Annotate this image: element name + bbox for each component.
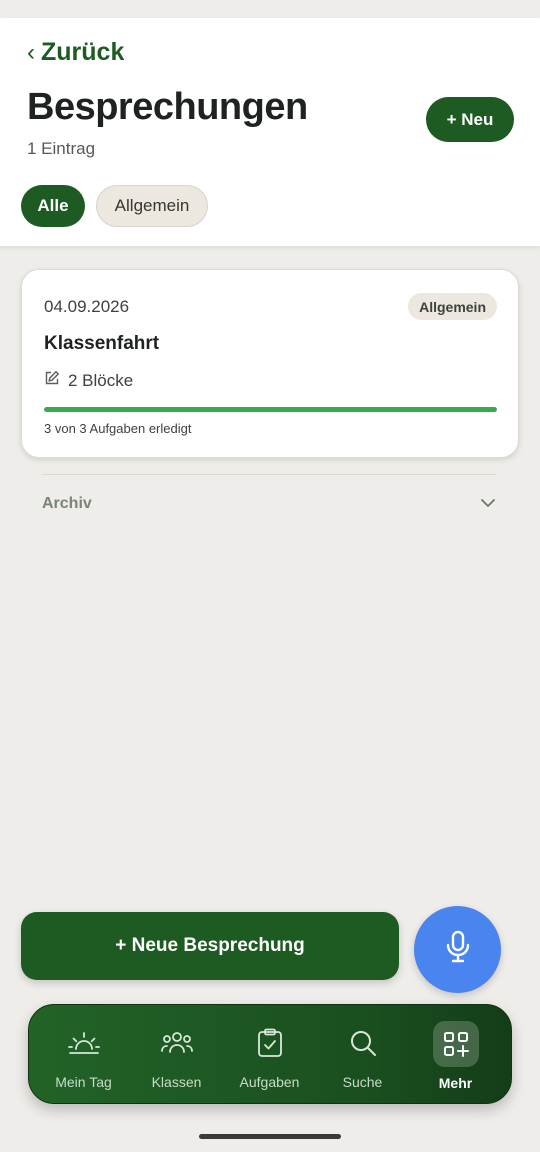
sunrise-icon <box>67 1027 100 1059</box>
chevron-left-icon: ‹ <box>27 38 35 66</box>
category-badge: Allgemein <box>408 293 497 320</box>
filter-chip-allgemein[interactable]: Allgemein <box>96 185 208 227</box>
edit-icon <box>44 370 60 391</box>
tab-label: Aufgaben <box>239 1074 300 1090</box>
search-icon <box>347 1027 379 1059</box>
new-meeting-button[interactable]: + Neue Besprechung <box>21 912 399 980</box>
chevron-down-icon <box>480 495 496 513</box>
tab-mein-tag[interactable]: Mein Tag <box>37 1005 130 1105</box>
tab-label: Mein Tag <box>55 1074 112 1090</box>
tab-suche[interactable]: Suche <box>316 1005 409 1105</box>
tab-mehr[interactable]: Mehr <box>409 1005 502 1105</box>
meeting-date: 04.09.2026 <box>44 297 130 316</box>
clipboard-check-icon <box>254 1027 286 1059</box>
archive-toggle[interactable]: Archiv <box>42 493 496 515</box>
tab-aufgaben[interactable]: Aufgaben <box>223 1005 316 1105</box>
tab-label: Suche <box>342 1074 383 1090</box>
microphone-icon <box>445 930 471 969</box>
back-label: Zurück <box>41 38 125 66</box>
people-icon <box>160 1027 193 1059</box>
progress-bar <box>44 407 497 412</box>
home-indicator <box>199 1134 341 1139</box>
tab-label: Klassen <box>151 1074 202 1090</box>
meeting-card[interactable]: 04.09.2026 Allgemein Klassenfahrt 2 Blöc… <box>21 269 519 458</box>
back-button[interactable]: ‹ Zurück <box>27 38 124 67</box>
header: ‹ Zurück Besprechungen 1 Eintrag + Neu A… <box>0 18 540 247</box>
entry-count: 1 Eintrag <box>27 139 96 158</box>
tab-klassen[interactable]: Klassen <box>130 1005 223 1105</box>
divider <box>42 474 496 475</box>
blocks-count: 2 Blöcke <box>68 370 134 390</box>
blocks-info: 2 Blöcke <box>44 370 133 391</box>
progress-fill <box>44 407 497 412</box>
page-title: Besprechungen <box>27 86 308 128</box>
filter-chip-alle[interactable]: Alle <box>21 185 85 227</box>
new-button[interactable]: + Neu <box>426 97 514 142</box>
meeting-title: Klassenfahrt <box>44 333 160 354</box>
bottom-tab-bar: Mein Tag Klassen Aufgaben Suche Mehr <box>28 1004 512 1104</box>
tab-label: Mehr <box>438 1075 473 1091</box>
progress-text: 3 von 3 Aufgaben erledigt <box>44 421 192 436</box>
archive-label: Archiv <box>42 495 92 512</box>
grid-plus-icon <box>432 1021 479 1067</box>
voice-input-button[interactable] <box>414 906 501 993</box>
